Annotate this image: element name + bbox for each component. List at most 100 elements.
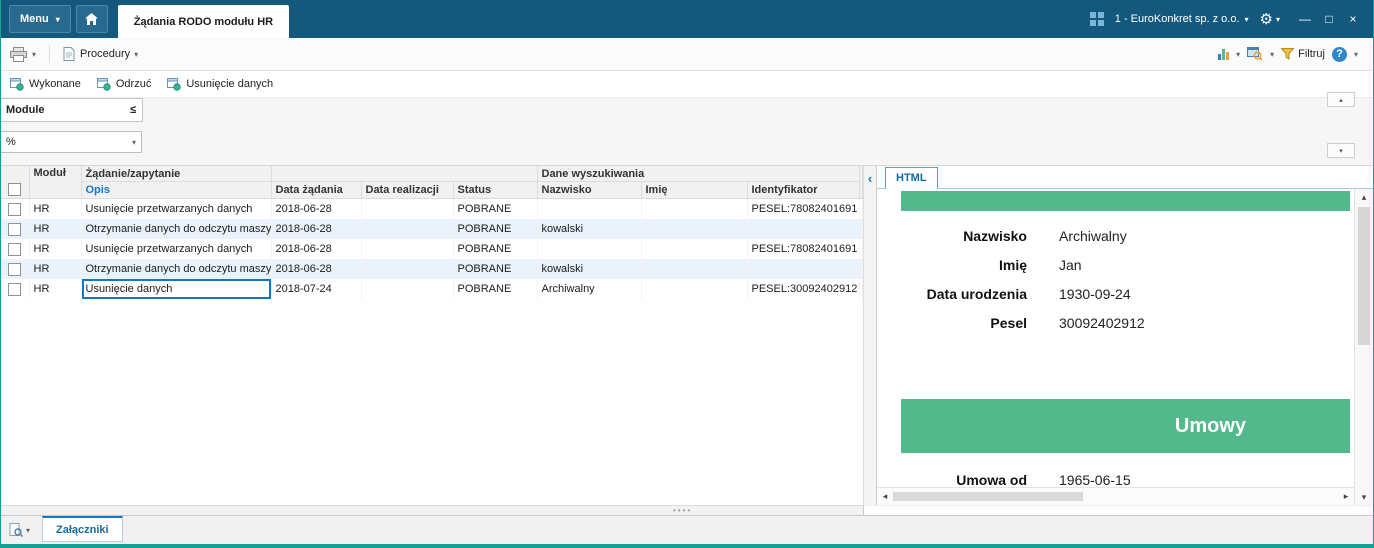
header-imie[interactable]: Imię bbox=[641, 181, 748, 199]
cell-identyfikator[interactable]: PESEL:78082401691 bbox=[747, 198, 860, 219]
header-data-zadania[interactable]: Data żądania bbox=[271, 181, 362, 199]
cell-nazwisko[interactable] bbox=[537, 239, 642, 259]
cell-data-zadania[interactable]: 2018-06-28 bbox=[271, 239, 362, 259]
splitter-grip-icon[interactable]: •••• bbox=[673, 506, 692, 515]
help-dropdown-icon[interactable]: ▾ bbox=[1354, 50, 1358, 59]
tab-zadania-rodo-hr[interactable]: Żądania RODO modułu HR bbox=[117, 5, 290, 38]
wykonane-button[interactable]: Wykonane bbox=[10, 77, 81, 91]
table-hscrollbar[interactable]: •••• bbox=[1, 505, 864, 515]
cell-data-realizacji[interactable] bbox=[361, 239, 454, 259]
table-row[interactable]: HR Usunięcie przetwarzanych danych 2018-… bbox=[1, 239, 863, 259]
hscroll-thumb[interactable] bbox=[893, 492, 1083, 501]
row-checkbox[interactable] bbox=[8, 242, 22, 256]
cell-nazwisko[interactable]: kowalski bbox=[537, 259, 642, 279]
cell-modul[interactable]: HR bbox=[29, 219, 82, 239]
cell-modul[interactable]: HR bbox=[29, 239, 82, 259]
cell-opis[interactable]: Usunięcie przetwarzanych danych bbox=[81, 239, 272, 259]
detail-horizontal-scrollbar[interactable]: ◂ ▸ bbox=[877, 487, 1354, 505]
module-filter-select[interactable]: % ▾ bbox=[1, 131, 142, 153]
cell-data-zadania[interactable]: 2018-07-24 bbox=[271, 279, 362, 299]
scroll-down-icon[interactable]: ▾ bbox=[1355, 489, 1373, 505]
row-checkbox[interactable] bbox=[8, 282, 22, 296]
cell-checkbox[interactable] bbox=[1, 198, 30, 219]
cell-data-zadania[interactable]: 2018-06-28 bbox=[271, 259, 362, 279]
usuniecie-danych-button[interactable]: Usunięcie danych bbox=[167, 77, 273, 91]
detail-vertical-scrollbar[interactable]: ▴ ▾ bbox=[1354, 189, 1373, 505]
apps-grid-icon[interactable] bbox=[1089, 12, 1104, 26]
header-modul[interactable]: Moduł bbox=[29, 166, 82, 199]
cell-status[interactable]: POBRANE bbox=[453, 198, 538, 219]
header-nazwisko[interactable]: Nazwisko bbox=[537, 181, 642, 199]
row-checkbox[interactable] bbox=[8, 222, 22, 236]
minimize-button[interactable]: — bbox=[1295, 9, 1315, 29]
header-data-realizacji[interactable]: Data realizacji bbox=[361, 181, 454, 199]
cell-status[interactable]: POBRANE bbox=[453, 259, 538, 279]
cell-imie[interactable] bbox=[641, 279, 748, 299]
table-row[interactable]: HR Otrzymanie danych do odczytu maszyn 2… bbox=[1, 259, 863, 279]
cell-checkbox[interactable] bbox=[1, 239, 30, 259]
cell-identyfikator[interactable] bbox=[747, 259, 860, 279]
cell-opis-selected[interactable]: Usunięcie danych bbox=[81, 279, 272, 299]
cell-opis[interactable]: Usunięcie przetwarzanych danych bbox=[81, 198, 272, 219]
cell-modul[interactable]: HR bbox=[29, 259, 82, 279]
select-all-checkbox[interactable] bbox=[8, 183, 22, 196]
scroll-right-icon[interactable]: ▸ bbox=[1338, 491, 1354, 502]
cell-imie[interactable] bbox=[641, 239, 748, 259]
scroll-up-icon[interactable]: ▴ bbox=[1355, 189, 1373, 205]
attachments-tool-button[interactable]: ▾ bbox=[9, 523, 30, 537]
close-button[interactable]: × bbox=[1343, 9, 1363, 29]
cell-data-realizacji[interactable] bbox=[361, 219, 454, 239]
maximize-button[interactable]: □ bbox=[1319, 9, 1339, 29]
cell-data-zadania[interactable]: 2018-06-28 bbox=[271, 219, 362, 239]
filter-operator-icon[interactable]: ≤ bbox=[130, 104, 136, 116]
cell-data-realizacji[interactable] bbox=[361, 198, 454, 219]
table-row-selected[interactable]: HR Usunięcie danych 2018-07-24 POBRANE A… bbox=[1, 279, 863, 299]
collapse-left-icon[interactable]: ‹ bbox=[864, 170, 876, 186]
header-identyfikator[interactable]: Identyfikator bbox=[747, 181, 860, 199]
tab-html[interactable]: HTML bbox=[885, 167, 938, 189]
table-row[interactable]: HR Otrzymanie danych do odczytu maszyn 2… bbox=[1, 219, 863, 239]
module-filter-header[interactable]: Module ≤ bbox=[1, 98, 143, 122]
scroll-left-icon[interactable]: ◂ bbox=[877, 491, 893, 502]
header-opis[interactable]: Opis bbox=[81, 181, 272, 199]
cell-nazwisko[interactable]: kowalski bbox=[537, 219, 642, 239]
help-button[interactable]: ? bbox=[1331, 46, 1347, 62]
panel-splitter[interactable]: ‹ bbox=[863, 166, 877, 505]
chart-dropdown-icon[interactable]: ▾ bbox=[1236, 50, 1240, 59]
cell-identyfikator[interactable]: PESEL:78082401691 bbox=[747, 239, 860, 259]
menu-button[interactable]: Menu ▾ bbox=[9, 5, 71, 33]
cell-opis[interactable]: Otrzymanie danych do odczytu maszyn bbox=[81, 259, 272, 279]
table-row[interactable]: HR Usunięcie przetwarzanych danych 2018-… bbox=[1, 198, 863, 219]
settings-menu[interactable]: ⚙ ▾ bbox=[1260, 10, 1280, 28]
header-select-all[interactable] bbox=[1, 166, 30, 199]
print-icon[interactable] bbox=[10, 46, 27, 62]
odrzuc-button[interactable]: Odrzuć bbox=[96, 77, 151, 91]
header-dane-wyszukiwania[interactable]: Dane wyszukiwania bbox=[537, 166, 860, 182]
filtruj-button[interactable]: Filtruj bbox=[1281, 48, 1325, 60]
cell-status[interactable]: POBRANE bbox=[453, 219, 538, 239]
home-button[interactable] bbox=[75, 5, 108, 33]
cell-nazwisko[interactable] bbox=[537, 198, 642, 219]
procedury-button[interactable]: Procedury ▾ bbox=[80, 48, 138, 60]
cell-status[interactable]: POBRANE bbox=[453, 279, 538, 299]
print-dropdown-icon[interactable]: ▾ bbox=[32, 50, 36, 59]
preview-dropdown-icon[interactable]: ▾ bbox=[1270, 50, 1274, 59]
cell-checkbox[interactable] bbox=[1, 219, 30, 239]
cell-imie[interactable] bbox=[641, 219, 748, 239]
cell-opis[interactable]: Otrzymanie danych do odczytu maszyn bbox=[81, 219, 272, 239]
cell-imie[interactable] bbox=[641, 259, 748, 279]
row-checkbox[interactable] bbox=[8, 202, 22, 216]
cell-modul[interactable]: HR bbox=[29, 198, 82, 219]
cell-status[interactable]: POBRANE bbox=[453, 239, 538, 259]
tab-zalaczniki[interactable]: Załączniki bbox=[42, 516, 123, 542]
filter-collapse-down-button[interactable]: ▾ bbox=[1327, 143, 1355, 158]
cell-imie[interactable] bbox=[641, 198, 748, 219]
cell-data-realizacji[interactable] bbox=[361, 279, 454, 299]
vscroll-thumb[interactable] bbox=[1358, 207, 1370, 345]
row-checkbox[interactable] bbox=[8, 262, 22, 276]
cell-checkbox[interactable] bbox=[1, 259, 30, 279]
cell-nazwisko[interactable]: Archiwalny bbox=[537, 279, 642, 299]
cell-modul[interactable]: HR bbox=[29, 279, 82, 299]
header-zadanie-zapytanie[interactable]: Żądanie/zapytanie bbox=[81, 166, 272, 182]
chart-icon[interactable] bbox=[1218, 48, 1230, 60]
